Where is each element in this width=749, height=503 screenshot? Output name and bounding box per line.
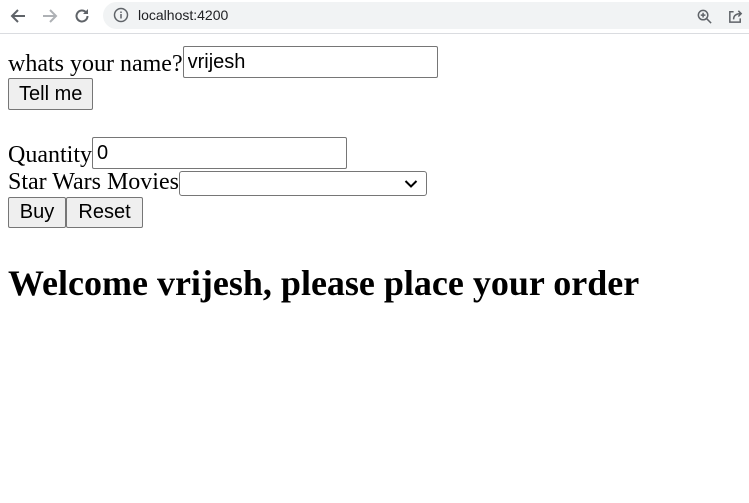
quantity-label: Quantity — [8, 142, 92, 168]
name-input[interactable] — [182, 46, 438, 78]
movies-row: Star Wars Movies — [8, 169, 427, 196]
address-bar[interactable]: localhost:4200 — [103, 2, 749, 29]
buy-button[interactable]: Buy — [8, 197, 66, 228]
quantity-input[interactable] — [92, 137, 347, 169]
back-button[interactable] — [6, 4, 30, 28]
zoom-button[interactable] — [694, 6, 714, 26]
name-label: whats your name? — [8, 51, 183, 77]
tell-me-button[interactable]: Tell me — [8, 78, 94, 110]
action-buttons-row: Buy Reset — [8, 197, 143, 228]
forward-arrow-icon — [43, 9, 58, 23]
name-row: whats your name? — [8, 46, 438, 78]
tell-me-row: Tell me — [8, 78, 94, 110]
quantity-row: Quantity — [8, 137, 347, 169]
back-arrow-icon — [10, 9, 25, 23]
movies-label: Star Wars Movies — [8, 169, 179, 195]
share-icon — [728, 9, 742, 23]
forward-button[interactable] — [38, 4, 62, 28]
reset-button[interactable]: Reset — [66, 197, 143, 228]
info-icon[interactable] — [113, 7, 129, 23]
reload-icon — [75, 9, 89, 23]
welcome-heading: Welcome vrijesh, please place your order — [8, 263, 640, 303]
share-button[interactable] — [725, 6, 745, 26]
zoom-icon — [697, 9, 712, 24]
browser-toolbar: localhost:4200 — [0, 0, 749, 34]
movies-select[interactable] — [178, 171, 427, 196]
url-text[interactable]: localhost:4200 — [138, 6, 228, 25]
chevron-down-icon — [404, 180, 418, 188]
reload-button[interactable] — [70, 4, 94, 28]
